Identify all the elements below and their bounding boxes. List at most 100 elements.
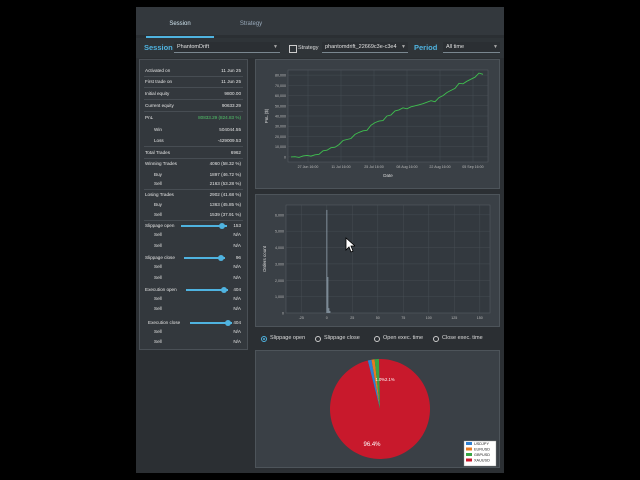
stat-label: Buy [154, 202, 162, 207]
stat-value: 11 Jun 25 [221, 68, 241, 73]
strategy-checkbox-label: Strategy [298, 45, 319, 51]
sub-label: Sell [154, 275, 162, 280]
radio-slippage-open[interactable] [261, 336, 267, 342]
execution-close-slider-handle[interactable] [224, 320, 231, 326]
radio-open-exec-time[interactable] [374, 336, 380, 342]
stat-current-equity: Current equity 90633.29 [140, 102, 247, 110]
sub-label: Sell [154, 306, 162, 311]
divider [144, 99, 243, 100]
y-tick-label: 20,000 [275, 135, 286, 139]
sub-value: N/A [233, 306, 241, 311]
stat-value: 1363 (45.85 %) [209, 202, 241, 207]
slippage-close-slider-handle[interactable] [217, 255, 224, 261]
sub-label: Sell [154, 232, 162, 237]
y-tick-label: 3,000 [275, 262, 284, 266]
slider-value: 404 [233, 287, 241, 292]
x-tick-label: 25 Jul 16:00 [364, 165, 384, 169]
pie-data-label: 1.0%2.1% [375, 377, 394, 382]
x-tick-label: 25 [350, 316, 354, 320]
tab-strategy[interactable]: Strategy [216, 21, 286, 27]
legend-label: XAUUSD [474, 459, 490, 463]
session-select[interactable]: PhantomDrift ▼ [174, 42, 280, 53]
sub-label: Sell [154, 243, 162, 248]
x-tick-label: 22 Aug 16:00 [429, 165, 450, 169]
y-tick-label: 5,000 [275, 230, 284, 234]
stat-label: PnL [145, 115, 154, 120]
x-tick-label: 05 Sep 16:00 [462, 165, 483, 169]
pie-data-label: 96.4% [363, 442, 381, 448]
tab-session[interactable]: Session [146, 21, 214, 27]
stat-value: 9800.00 [224, 91, 241, 96]
x-tick-label: 75 [401, 316, 405, 320]
y-tick-label: 2,000 [275, 279, 284, 283]
histogram-bar [327, 277, 329, 313]
mouse-cursor-icon [345, 237, 355, 253]
y-tick-label: 40,000 [275, 115, 286, 119]
chevron-down-icon: ▼ [493, 44, 498, 50]
stat-value: 90633.29 [221, 103, 241, 108]
x-tick-label: 27 Jun 16:00 [298, 165, 319, 169]
sub-value: N/A [233, 232, 241, 237]
stat-value: 11 Jun 25 [221, 79, 241, 84]
stat-total-trades: Total Trades 6962 [140, 149, 247, 157]
slider-value: 96 [235, 255, 241, 260]
slider-label: Execution close [148, 320, 181, 325]
legend-swatch [466, 458, 472, 462]
divider [144, 76, 243, 77]
y-tick-label: 30,000 [275, 125, 286, 129]
orders-histogram: 0 1,000 2,000 3,000 4,000 5,000 6,000 -25 0 25 50 7… [262, 204, 491, 320]
stat-label: Total Trades [145, 150, 171, 155]
radio-close-exec-time[interactable] [433, 336, 439, 342]
legend-swatch [466, 453, 472, 456]
stat-label: Initial equity [145, 91, 170, 96]
slider-sub-row: Sell N/A [140, 274, 247, 282]
chevron-down-icon: ▼ [273, 44, 278, 50]
y-tick-label: 1,000 [275, 295, 284, 299]
radio-label: Slippage close [324, 335, 360, 341]
session-select-value: PhantomDrift [177, 44, 210, 50]
stat-value: -429009.53 [217, 138, 241, 143]
divider [144, 111, 243, 112]
x-axis-label: Date [383, 173, 393, 178]
slider-sub-row: Sell N/A [140, 338, 247, 346]
x-tick-label: 50 [376, 316, 380, 320]
stat-value: 504044.55 [219, 127, 241, 132]
divider [144, 146, 243, 147]
app-window: Session Strategy Session PhantomDrift ▼ … [136, 7, 504, 473]
strategy-select[interactable]: phantomdrift_22669c3e-c3e4 ▼ [322, 42, 408, 53]
period-select[interactable]: All time ▼ [443, 42, 500, 53]
stats-panel: Activated on 11 Jun 25 First trade on 11 J… [139, 59, 248, 350]
stat-activated-on: Activated on 11 Jun 25 [140, 67, 247, 75]
sub-label: Sell [154, 296, 162, 301]
strategy-checkbox[interactable] [289, 45, 297, 53]
chevron-down-icon: ▼ [401, 44, 406, 50]
y-tick-label: 80,000 [275, 74, 286, 78]
stat-value: 1539 (37.91 %) [209, 212, 241, 217]
stat-win: Win 504044.55 [140, 126, 247, 134]
histogram-panel: 0 1,000 2,000 3,000 4,000 5,000 6,000 -25 0 25 50 7… [255, 194, 500, 327]
legend-label: USDJPY [474, 442, 489, 446]
stat-winning-trades: Winning Trades 4060 (58.32 %) [140, 160, 247, 168]
sub-value: N/A [233, 296, 241, 301]
stat-label: Sell [154, 181, 162, 186]
stat-label: First trade on [145, 79, 173, 84]
divider [144, 220, 243, 221]
execution-open-slider-handle[interactable] [220, 287, 227, 293]
equity-chart-panel: 0 10,000 20,000 30,000 40,000 50,000 60,000 70,… [255, 59, 500, 189]
stat-label: Buy [154, 172, 162, 177]
x-tick-label: 100 [426, 316, 432, 320]
sub-label: Sell [154, 329, 162, 334]
stat-value: 80833.29 (824.83 %) [198, 115, 241, 120]
pie-legend: USDJPY EURUSDGBPUSD XAUUSD [463, 440, 497, 467]
slider-label: Execution open [145, 287, 177, 292]
slider-sub-row: Sell N/A [140, 231, 247, 239]
stat-first-trade-on: First trade on 11 Jun 25 [140, 78, 247, 86]
x-tick-label: 150 [477, 316, 483, 320]
slider-sub-row: Sell N/A [140, 263, 247, 271]
legend-swatch [466, 442, 472, 445]
stat-label: Current equity [145, 103, 174, 108]
stat-winning-sell: Sell 2163 (53.28 %) [140, 180, 247, 188]
stat-label: Losing Trades [145, 192, 174, 197]
radio-slippage-close[interactable] [315, 336, 321, 342]
sub-value: N/A [233, 329, 241, 334]
